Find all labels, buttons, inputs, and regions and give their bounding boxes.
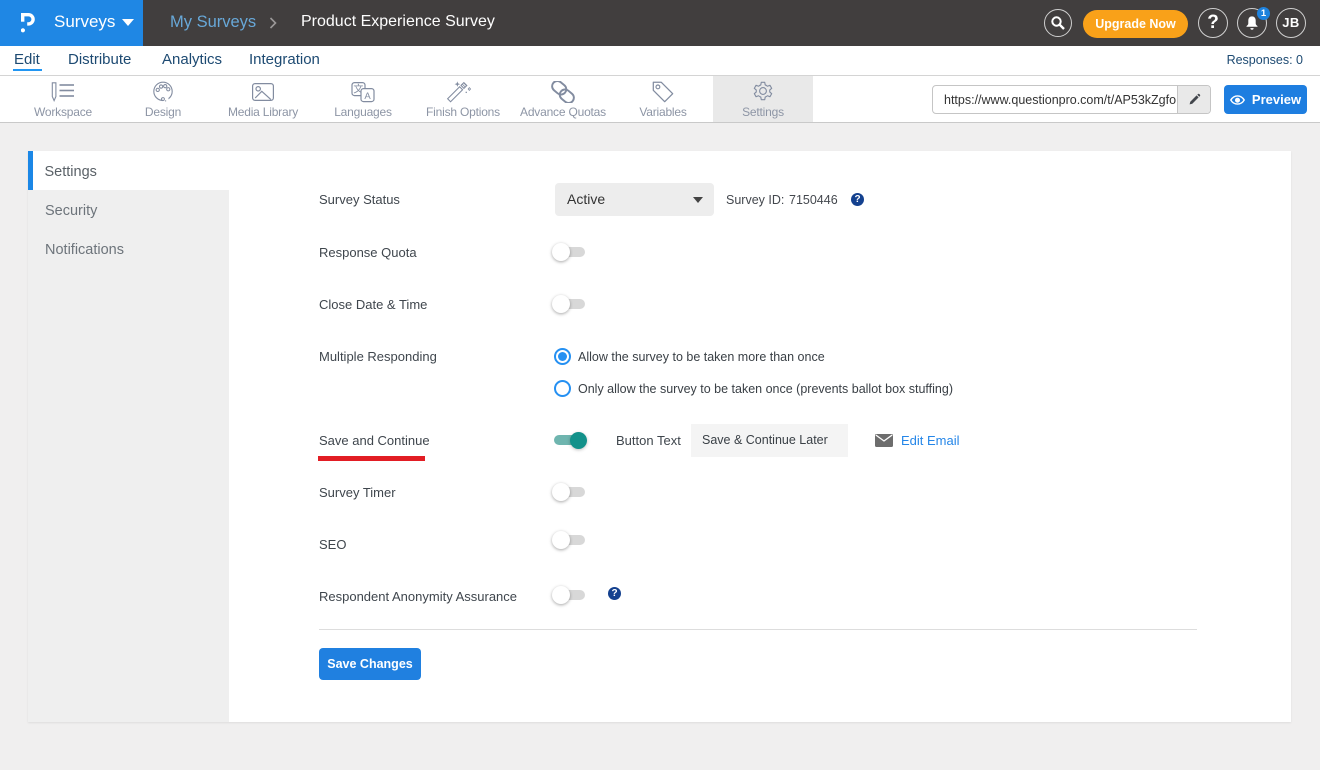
svg-text:A: A bbox=[364, 91, 371, 102]
